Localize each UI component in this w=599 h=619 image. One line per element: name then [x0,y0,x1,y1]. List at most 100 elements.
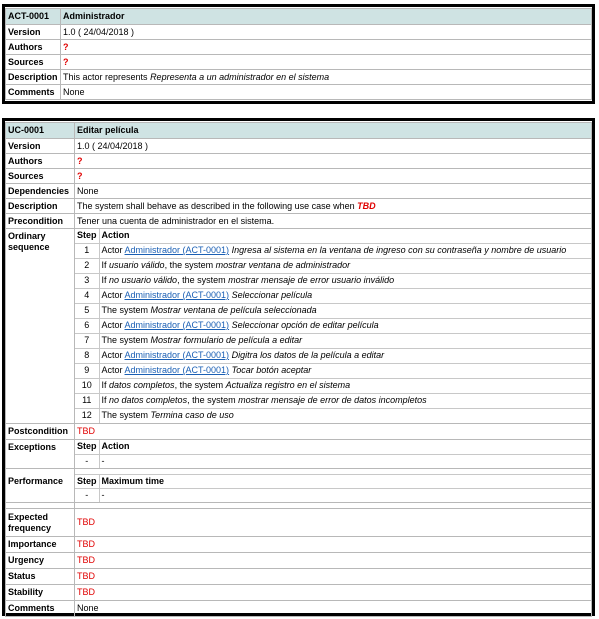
exceptions-header: Step Action [75,440,591,455]
frequency-label-line2: frequency [8,522,52,533]
usecase-id: UC-0001 [5,122,75,139]
step-text: Seleccionar opción de editar película [231,320,379,330]
step-prefix: Actor [101,290,125,300]
actor-card: ACT-0001 Administrador Version 1.0 ( 24/… [2,4,595,104]
performance-step-header: Step [75,474,100,489]
sequence-step-row: 5 The system Mostrar ventana de película … [75,302,591,319]
usecase-sources-label: Sources [5,168,75,184]
step-action: The system Mostrar formulario de películ… [98,332,591,349]
actor-link[interactable]: Administrador (ACT-0001) [125,245,230,255]
usecase-postcondition-row: Postcondition TBD [5,423,592,440]
usecase-stability-row: Stability TBD [5,584,592,601]
step-text: Termina caso de uso [150,410,234,421]
usecase-version-value: 1.0 ( 24/04/2018 ) [74,138,592,154]
exceptions-table: Step Action - - [75,440,591,468]
step-prefix: If [101,275,110,285]
actor-link[interactable]: Administrador (ACT-0001) [125,350,230,360]
usecase-precondition-row: Precondition Tener una cuenta de adminis… [5,213,592,229]
usecase-exceptions-row: Exceptions Step Action - - [5,439,592,469]
step-prefix: Actor [101,320,125,330]
frequency-label-line1: Expected [8,511,49,522]
step-prefix: If [101,380,110,390]
usecase-comments-value: None [74,600,592,617]
usecase-status-label: Status [5,568,75,585]
step-action: Actor Administrador (ACT-0001) Digitra l… [98,347,591,364]
step-action: The system Termina caso de uso [98,407,591,423]
step-number: 1 [75,242,100,259]
sequence-step-row: 11 If no datos completos, the system most… [75,392,591,409]
step-action: Actor Administrador (ACT-0001) Seleccion… [98,287,591,304]
usecase-sequence-row: Ordinary sequence Step Action 1 Actor Adm… [5,228,592,424]
actor-header-row: ACT-0001 Administrador [5,8,592,25]
usecase-description-tbd: TBD [357,200,376,211]
step-prefix: The system [101,410,151,421]
usecase-postcondition-label: Postcondition [5,423,75,440]
step-action: If no datos completos, the system mostra… [98,392,591,409]
sequence-step-row: 6 Actor Administrador (ACT-0001) Seleccio… [75,317,591,334]
actor-version-row: Version 1.0 ( 24/04/2018 ) [5,24,592,40]
actor-link[interactable]: Administrador (ACT-0001) [125,320,230,330]
actor-id: ACT-0001 [5,8,61,25]
usecase-version-row: Version 1.0 ( 24/04/2018 ) [5,138,592,154]
actor-table: ACT-0001 Administrador Version 1.0 ( 24/… [5,8,592,100]
usecase-exceptions-label: Exceptions [5,439,75,469]
exceptions-cell: Step Action - - [74,439,592,469]
usecase-importance-label: Importance [5,536,75,553]
performance-header: Step Maximum time [75,474,591,489]
sequence-step-header: Step [75,229,100,244]
exceptions-row-step: - [75,453,100,468]
actor-description-italic: Representa a un administrador en el sist… [150,71,330,82]
sequence-step-row: 8 Actor Administrador (ACT-0001) Digitra … [75,347,591,364]
step-condition: usuario válido [109,260,165,270]
step-text: Mostrar formulario de película a editar [150,335,303,345]
step-connector: , the system [187,395,239,405]
sequence-step-row: 1 Actor Administrador (ACT-0001) Ingresa … [75,242,591,259]
step-action: Actor Administrador (ACT-0001) Ingresa a… [98,242,591,259]
actor-version-value: 1.0 ( 24/04/2018 ) [60,24,592,40]
step-number: 8 [75,347,100,364]
actor-name: Administrador [60,8,592,25]
step-prefix: If [101,260,110,270]
sequence-step-row: 12 The system Termina caso de uso [75,407,591,423]
sequence-label-line2: sequence [8,242,50,252]
actor-link[interactable]: Administrador (ACT-0001) [125,290,230,300]
usecase-dependencies-value: None [74,183,592,199]
actor-comments-row: Comments None [5,84,592,100]
usecase-authors-label: Authors [5,153,75,169]
usecase-dependencies-label: Dependencies [5,183,75,199]
usecase-postcondition-value: TBD [74,423,592,440]
performance-table: Step Maximum time - - [75,474,591,502]
actor-version-label: Version [5,24,61,40]
usecase-sources-value: ? [74,168,592,184]
actor-sources-label: Sources [5,54,61,70]
performance-row-step: - [75,488,100,502]
step-text: mostrar ventana de administrador [215,260,351,270]
actor-link[interactable]: Administrador (ACT-0001) [125,365,230,375]
usecase-description-value: The system shall behave as described in … [74,198,592,214]
step-number: 4 [75,287,100,304]
usecase-description-row: Description The system shall behave as d… [5,198,592,214]
usecase-precondition-label: Precondition [5,213,75,229]
exceptions-row: - - [75,453,591,468]
usecase-importance-value: TBD [74,536,592,553]
usecase-authors-value: ? [74,153,592,169]
usecase-header-row: UC-0001 Editar película [5,122,592,139]
step-action: Actor Administrador (ACT-0001) Tocar bot… [98,362,591,379]
step-number: 11 [75,392,100,409]
step-text: mostrar mensaje de error usuario inválid… [228,275,395,285]
sequence-cell: Step Action 1 Actor Administrador (ACT-00… [74,228,592,424]
usecase-status-value: TBD [74,568,592,585]
usecase-status-row: Status TBD [5,568,592,585]
actor-description-value: This actor represents Representa a un ad… [60,69,592,85]
step-number: 5 [75,302,100,319]
usecase-authors-row: Authors ? [5,153,592,169]
usecase-frequency-value: TBD [74,508,592,537]
step-text: Digitra los datos de la película a edita… [231,350,385,360]
usecase-sequence-label: Ordinary sequence [5,228,75,424]
actor-description-row: Description This actor represents Repres… [5,69,592,85]
step-text: mostrar mensaje de error de datos incomp… [238,395,427,405]
actor-authors-label: Authors [5,39,61,55]
actor-comments-value: None [60,84,592,100]
step-number: 2 [75,257,100,274]
usecase-description-label: Description [5,198,75,214]
